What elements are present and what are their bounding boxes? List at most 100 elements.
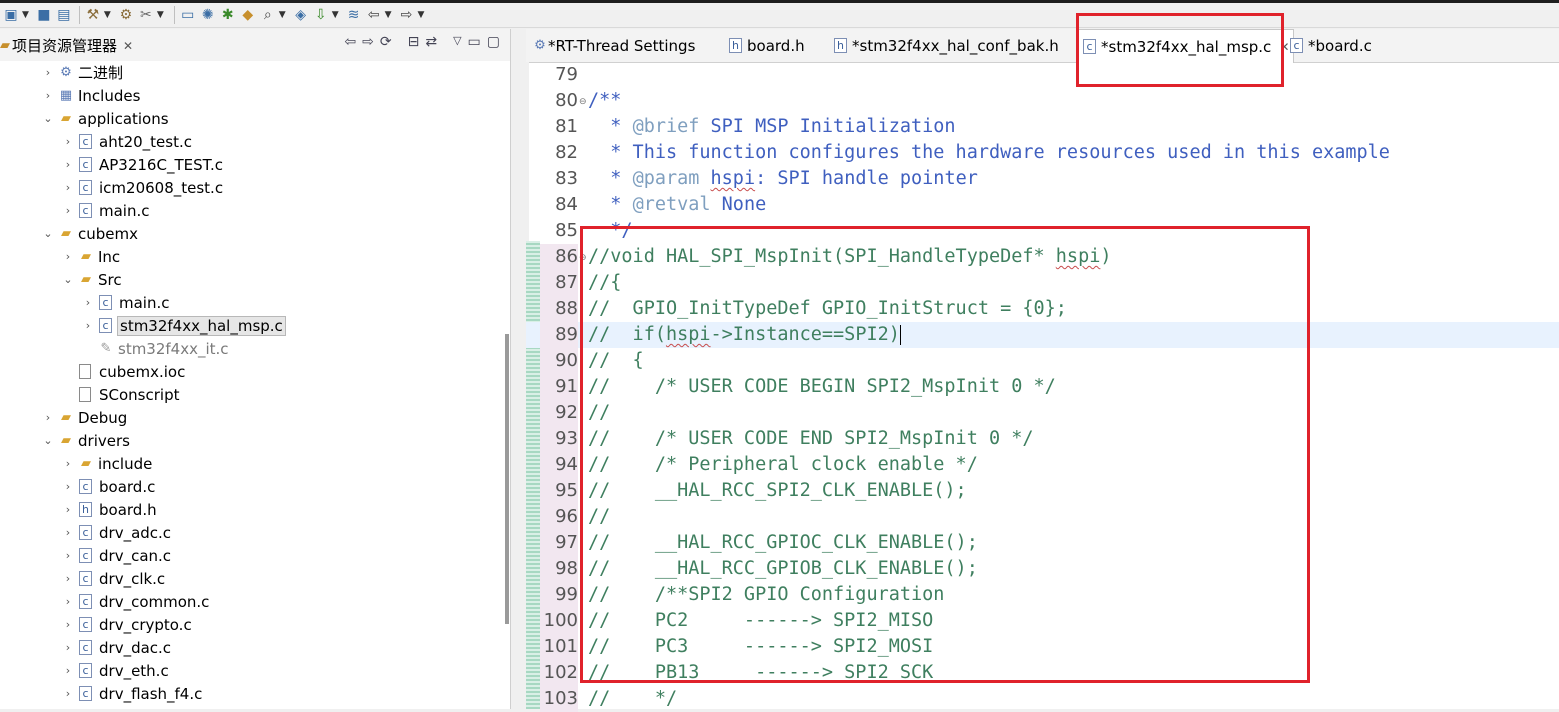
open-icon[interactable]: ◆ (239, 5, 257, 25)
chevron-right-icon[interactable]: › (60, 526, 76, 539)
chevron-right-icon[interactable]: › (60, 572, 76, 585)
chevron-right-icon[interactable]: › (60, 641, 76, 654)
chevron-down-icon[interactable]: ▼ (332, 10, 339, 20)
tree-item-file[interactable]: SConscript (60, 383, 181, 406)
tree-item-file[interactable]: › c aht20_test.c (60, 130, 194, 153)
hammer-icon[interactable]: ⚙ (117, 5, 135, 25)
fold-icon[interactable]: ⊖ (579, 97, 587, 107)
save-icon[interactable]: ■ (35, 5, 53, 25)
chevron-right-icon[interactable]: › (60, 480, 76, 493)
tree-item-file[interactable]: › c drv_can.c (60, 544, 173, 567)
tree-item-file[interactable]: › c main.c (60, 199, 152, 222)
tree-item-file[interactable]: › c drv_clk.c (60, 567, 167, 590)
chevron-down-icon[interactable]: ⌄ (40, 434, 56, 447)
tree-item-file[interactable]: cubemx.ioc (60, 360, 187, 383)
chevron-right-icon[interactable]: › (60, 687, 76, 700)
chevron-right-icon[interactable]: › (60, 204, 76, 217)
tree-item-src[interactable]: ⌄ ▰ Src (60, 268, 124, 291)
tree-item-debug[interactable]: › ▰ Debug (40, 406, 129, 429)
tab-board-c[interactable]: c *board.c (1290, 29, 1372, 62)
tab-board-h[interactable]: h board.h (729, 29, 805, 62)
chevron-down-icon[interactable]: ▼ (279, 10, 286, 20)
chevron-right-icon[interactable]: › (60, 618, 76, 631)
screen-icon[interactable]: ▭ (179, 5, 197, 25)
tree-item-cubemx[interactable]: ⌄ ▰ cubemx (40, 222, 140, 245)
chevron-right-icon[interactable]: › (60, 250, 76, 263)
chevron-right-icon[interactable]: › (60, 503, 76, 516)
tree-item-file-selected[interactable]: › c stm32f4xx_hal_msp.c (80, 314, 286, 337)
chevron-right-icon[interactable]: › (60, 595, 76, 608)
line-number: 88 (540, 296, 578, 322)
chevron-right-icon[interactable]: › (80, 319, 96, 332)
tree-item-applications[interactable]: ⌄ ▰ applications (40, 107, 171, 130)
link-editor-icon[interactable]: ⇄ (425, 34, 437, 50)
chevron-down-icon[interactable]: ⌄ (40, 227, 56, 240)
tree-item-file[interactable]: › c drv_adc.c (60, 521, 173, 544)
tree-item-file[interactable]: › c drv_eth.c (60, 659, 171, 682)
save-all-icon[interactable]: ▤ (55, 5, 73, 25)
minimize-icon[interactable]: ▭ (468, 34, 481, 50)
nav-back-icon[interactable]: ⇦ (365, 5, 383, 25)
code-line: * @brief SPI MSP Initialization (588, 116, 956, 137)
build-icon[interactable]: ⚒ (84, 5, 102, 25)
line-number: 86 (540, 244, 578, 270)
chevron-down-icon[interactable]: ⌄ (40, 112, 56, 125)
chevron-right-icon[interactable]: › (60, 664, 76, 677)
new-icon[interactable]: ▣ (2, 5, 20, 25)
tree-item-file[interactable]: › c board.c (60, 475, 157, 498)
c-file-icon: c (79, 479, 92, 494)
search-icon[interactable]: ⌕ (259, 5, 277, 25)
chevron-right-icon[interactable]: › (80, 296, 96, 309)
nav-forward-icon[interactable]: ⇨ (398, 5, 416, 25)
chevron-down-icon[interactable]: ▼ (22, 10, 29, 20)
tree-item-file[interactable]: › h board.h (60, 498, 159, 521)
close-icon[interactable]: ✕ (123, 39, 133, 53)
tree-item-binaries[interactable]: › ⚙ 二进制 (40, 61, 125, 84)
settings-icon[interactable]: ✺ (199, 5, 217, 25)
sync-icon[interactable]: ⟳ (380, 34, 392, 50)
tree-item-file[interactable]: › c main.c (80, 291, 172, 314)
maximize-icon[interactable]: ▢ (487, 34, 500, 50)
chevron-right-icon[interactable]: › (60, 135, 76, 148)
chevron-right-icon[interactable]: › (60, 181, 76, 194)
tree-item-inc[interactable]: › ▰ Inc (60, 245, 122, 268)
tree-item-includes[interactable]: › ▦ Includes (40, 84, 142, 107)
download-icon[interactable]: ⇩ (312, 5, 330, 25)
tree-item-file-excluded[interactable]: ✎ stm32f4xx_it.c (80, 337, 231, 360)
tree-item-drivers[interactable]: ⌄ ▰ drivers (40, 429, 132, 452)
tree-item-file[interactable]: › c drv_common.c (60, 590, 211, 613)
chevron-right-icon[interactable]: › (60, 158, 76, 171)
chevron-right-icon[interactable]: › (40, 411, 56, 424)
view-menu-icon[interactable]: ▽ (453, 34, 461, 50)
layers-icon[interactable]: ≋ (345, 5, 363, 25)
chevron-right-icon[interactable]: › (40, 66, 56, 79)
tree-item-file[interactable]: › c AP3216C_TEST.c (60, 153, 225, 176)
chevron-down-icon[interactable]: ▼ (157, 10, 164, 20)
chevron-right-icon[interactable]: › (60, 549, 76, 562)
c-file-icon: c (79, 686, 92, 701)
tab-hal-conf-bak[interactable]: h *stm32f4xx_hal_conf_bak.h (834, 29, 1059, 62)
tree-item-file[interactable]: › c icm20608_test.c (60, 176, 225, 199)
tree-item-file[interactable]: › c drv_crypto.c (60, 613, 194, 636)
collapse-all-icon[interactable]: ⊟ (408, 34, 420, 50)
book-icon[interactable]: ◈ (292, 5, 310, 25)
chevron-down-icon[interactable]: ▼ (418, 10, 425, 20)
folder-open-icon: ▰ (81, 272, 91, 287)
c-file-icon: c (79, 203, 92, 218)
explorer-tab[interactable]: ▰ 项目资源管理器 ✕ (0, 35, 133, 56)
chevron-down-icon[interactable]: ▼ (104, 10, 111, 20)
debug-bug-icon[interactable]: ✱ (219, 5, 237, 25)
tab-rt-thread-settings[interactable]: ⚙ *RT-Thread Settings (532, 29, 695, 62)
tree-item-file[interactable]: › c drv_flash_f4.c (60, 682, 204, 705)
tree-item-file[interactable]: › c drv_dac.c (60, 636, 173, 659)
chevron-down-icon[interactable]: ⌄ (60, 273, 76, 286)
chevron-right-icon[interactable]: › (40, 89, 56, 102)
chevron-right-icon[interactable]: › (60, 457, 76, 470)
h-file-icon: h (729, 38, 742, 53)
chevron-down-icon[interactable]: ▼ (385, 10, 392, 20)
explorer-scrollbar[interactable] (505, 334, 509, 624)
tools-icon[interactable]: ✂ (137, 5, 155, 25)
nav-back-icon[interactable]: ⇦ (344, 34, 356, 50)
nav-forward-icon[interactable]: ⇨ (362, 34, 374, 50)
tree-item-include[interactable]: › ▰ include (60, 452, 154, 475)
